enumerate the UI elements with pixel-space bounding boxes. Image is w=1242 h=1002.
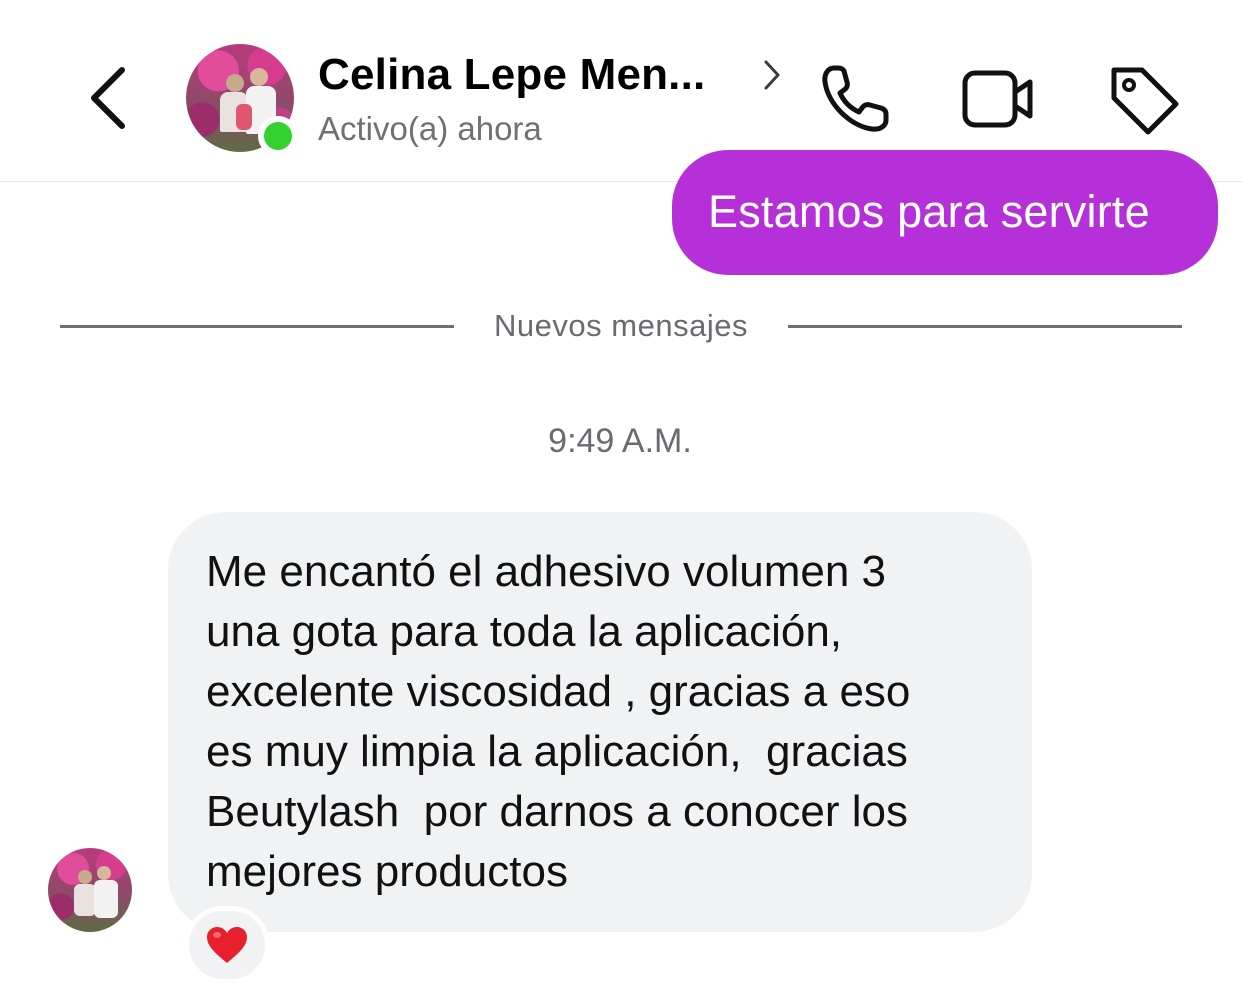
message-line: una gota para toda la aplicación, xyxy=(206,607,843,656)
phone-icon xyxy=(822,65,889,132)
label-button[interactable] xyxy=(1102,58,1186,142)
chevron-left-icon xyxy=(91,67,125,129)
video-call-button[interactable] xyxy=(956,58,1040,142)
chat-screen: Celina Lepe Men... Activo(a) ahora Estam… xyxy=(0,0,1242,1002)
chevron-right-icon xyxy=(764,60,780,90)
incoming-message-text: Me encantó el adhesivo volumen 3 una got… xyxy=(206,542,1006,902)
reaction-badge[interactable] xyxy=(184,906,270,984)
sender-avatar[interactable] xyxy=(48,848,132,932)
tag-icon xyxy=(1111,67,1179,135)
message-line: excelente viscosidad , gracias a eso xyxy=(206,667,911,716)
contact-name[interactable]: Celina Lepe Men... xyxy=(318,50,758,104)
message-line: Me encantó el adhesivo volumen 3 xyxy=(206,547,886,596)
contact-details-button[interactable] xyxy=(758,56,784,94)
message-timestamp: 9:49 A.M. xyxy=(548,422,692,460)
message-line: Beutylash por darnos a conocer los xyxy=(206,787,908,836)
video-camera-icon xyxy=(962,70,1033,128)
message-line: es muy limpia la aplicación, gracias xyxy=(206,727,908,776)
new-messages-divider: Nuevos mensajes xyxy=(494,308,748,343)
back-button[interactable] xyxy=(78,58,138,138)
divider-line-left xyxy=(60,325,454,328)
heart-icon xyxy=(207,927,247,963)
outgoing-message-text: Estamos para servirte xyxy=(708,186,1150,237)
call-button[interactable] xyxy=(812,58,896,142)
divider-line-right xyxy=(788,325,1182,328)
online-status-dot xyxy=(258,116,298,156)
message-line: mejores productos xyxy=(206,847,568,896)
active-status: Activo(a) ahora xyxy=(318,110,542,147)
